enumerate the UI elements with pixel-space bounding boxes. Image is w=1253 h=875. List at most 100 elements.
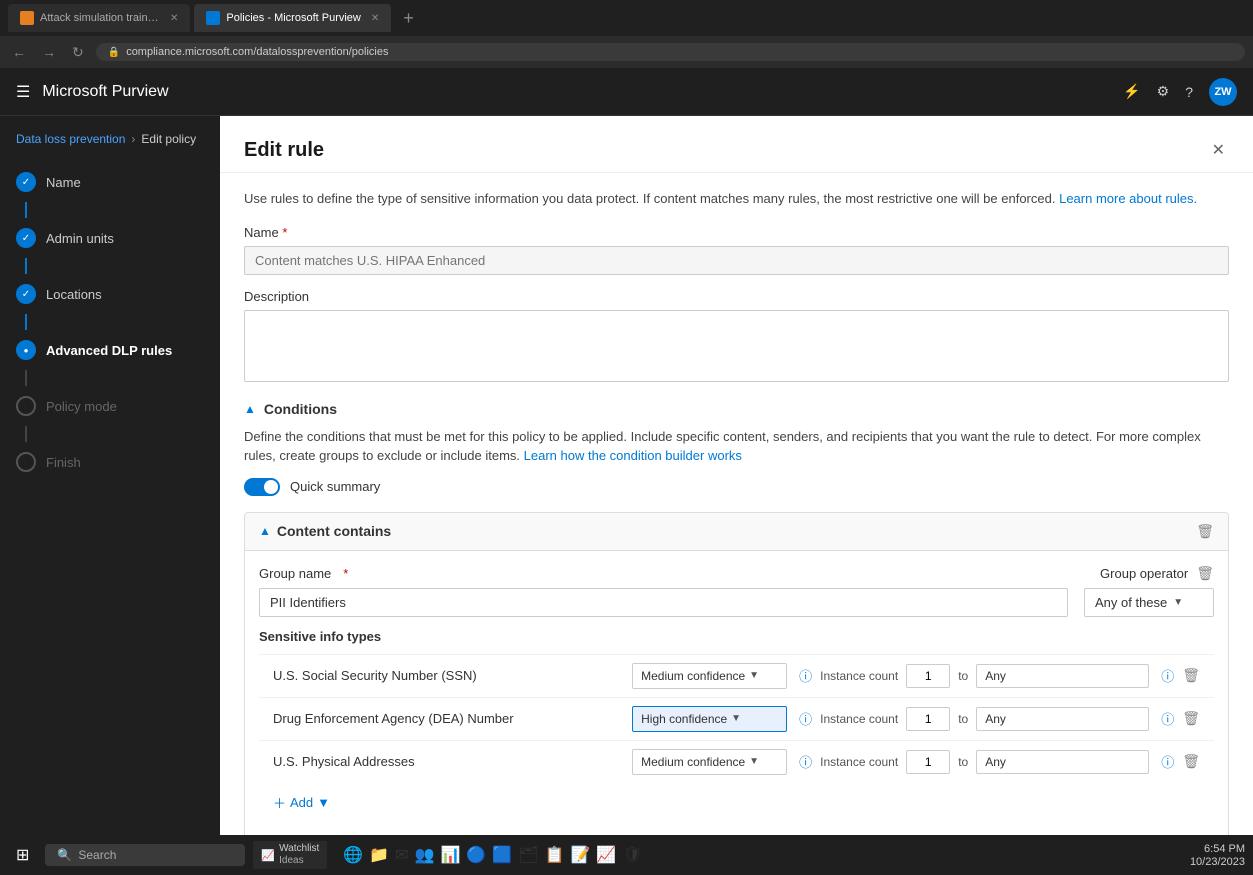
taskbar-file-icon[interactable]: 📁 [369, 845, 389, 865]
step-admin-units[interactable]: ✓ Admin units [0, 218, 220, 258]
taskbar-edge-icon[interactable]: 🌐 [343, 845, 363, 865]
app-shell: ☰ Microsoft Purview ⚡ ⚙ ? ZW Data loss p… [0, 68, 1253, 835]
step-advanced-dlp[interactable]: ● Advanced DLP rules [0, 330, 220, 370]
tab-favicon-2 [206, 11, 220, 25]
start-button[interactable]: ⊞ [8, 841, 37, 869]
tab-close-1[interactable]: ✕ [170, 13, 178, 24]
close-button[interactable]: ✕ [1208, 136, 1229, 164]
taskbar-excel-icon[interactable]: 📈 [596, 845, 616, 865]
conditions-section-header: ▲ Conditions [244, 401, 1229, 417]
step-label-finish: Finish [46, 455, 81, 470]
taskbar-app1-icon[interactable]: 📊 [440, 845, 460, 865]
step-label-dlp: Advanced DLP rules [46, 343, 172, 358]
group-1-delete-icon[interactable]: 🗑 [1196, 565, 1214, 582]
instance-from-2[interactable] [906, 707, 950, 731]
instance-to-3[interactable] [976, 750, 1149, 774]
step-circle-policy [16, 396, 36, 416]
info-type-delete-2[interactable]: 🗑 [1182, 710, 1200, 727]
info-type-name-2: Drug Enforcement Agency (DEA) Number [273, 711, 624, 726]
step-label-name: Name [46, 175, 81, 190]
info-type-delete-1[interactable]: 🗑 [1182, 667, 1200, 684]
description-textarea[interactable] [244, 310, 1229, 382]
name-input[interactable] [244, 246, 1229, 275]
group-1-name-input[interactable] [259, 588, 1068, 617]
breadcrumb-parent[interactable]: Data loss prevention [16, 132, 125, 146]
instance-info-icon-2[interactable]: ⓘ [1161, 709, 1174, 728]
taskbar-mail-icon[interactable]: ✉ [395, 845, 408, 865]
taskbar-defender-icon[interactable]: 🛡 [622, 845, 642, 865]
taskbar-word-icon[interactable]: 📝 [570, 845, 590, 865]
instance-from-1[interactable] [906, 664, 950, 688]
info-icon-3[interactable]: ⓘ [799, 752, 812, 771]
quick-summary-toggle[interactable] [244, 478, 280, 496]
address-bar[interactable]: 🔒 compliance.microsoft.com/datalosspreve… [96, 43, 1245, 61]
panel-header: Edit rule ✕ [220, 116, 1253, 173]
panel-info-text: Use rules to define the type of sensitiv… [244, 189, 1229, 209]
connector-4 [25, 370, 27, 386]
confidence-select-2[interactable]: High confidence ▼ [632, 706, 787, 732]
taskbar-left: ⊞ 🔍 Search 📈 Watchlist Ideas 🌐 📁 ✉ 👥 📊 🔵… [8, 841, 643, 869]
instance-to-1[interactable] [976, 664, 1149, 688]
menu-icon[interactable]: ☰ [16, 82, 30, 102]
instance-info-icon-3[interactable]: ⓘ [1161, 752, 1174, 771]
instance-info-icon-1[interactable]: ⓘ [1161, 666, 1174, 685]
taskbar-app2-icon[interactable]: 🔵 [466, 845, 486, 865]
group-1-operator-select[interactable]: Any of these ▼ [1084, 588, 1214, 617]
watchlist-item[interactable]: 📈 Watchlist Ideas [253, 841, 327, 869]
info-type-row-2: Drug Enforcement Agency (DEA) Number Hig… [259, 697, 1214, 740]
info-icon-2[interactable]: ⓘ [799, 709, 812, 728]
content-contains-chevron[interactable]: ▲ [259, 524, 271, 538]
connector-1 [25, 202, 27, 218]
breadcrumb: Data loss prevention › Edit policy [0, 132, 220, 162]
taskbar-app4-icon[interactable]: 🗂 [518, 845, 538, 865]
search-icon: 🔍 [57, 848, 72, 862]
taskbar-app3-icon[interactable]: 🟦 [492, 845, 512, 865]
info-icon-1[interactable]: ⓘ [799, 666, 812, 685]
confidence-select-1[interactable]: Medium confidence ▼ [632, 663, 787, 689]
step-finish[interactable]: Finish [0, 442, 220, 482]
back-button[interactable]: ← [8, 40, 30, 64]
browser-nav: ← → ↻ 🔒 compliance.microsoft.com/datalos… [0, 36, 1253, 68]
watchlist-info: Watchlist Ideas [279, 843, 319, 867]
taskbar-search[interactable]: 🔍 Search [45, 844, 245, 866]
taskbar-app5-icon[interactable]: 📋 [545, 845, 565, 865]
quick-summary-row: Quick summary [244, 478, 1229, 496]
instance-label-1: Instance count [820, 669, 898, 683]
taskbar-teams-icon[interactable]: 👥 [415, 845, 435, 865]
tab-1[interactable]: Attack simulation training - M... ✕ [8, 4, 190, 32]
learn-more-link[interactable]: Learn more about rules. [1059, 191, 1197, 206]
toggle-thumb [264, 480, 278, 494]
forward-button[interactable]: → [38, 40, 60, 64]
instance-from-3[interactable] [906, 750, 950, 774]
conditions-chevron[interactable]: ▲ [244, 402, 256, 416]
content-contains-delete-icon[interactable]: 🗑 [1196, 523, 1214, 540]
breadcrumb-current: Edit policy [141, 132, 196, 146]
confidence-select-3[interactable]: Medium confidence ▼ [632, 749, 787, 775]
group-1-operator-arrow: ▼ [1173, 597, 1183, 608]
step-circle-admin: ✓ [16, 228, 36, 248]
settings-icon[interactable]: ⚙ [1157, 83, 1170, 100]
instance-to-2[interactable] [976, 707, 1149, 731]
content-contains-box: ▲ Content contains 🗑 Group name * [244, 512, 1229, 836]
add-button[interactable]: ＋ Add ▼ [273, 793, 330, 812]
conditions-desc: Define the conditions that must be met f… [244, 427, 1229, 466]
condition-builder-link[interactable]: Learn how the condition builder works [524, 448, 742, 463]
confidence-arrow-2: ▼ [731, 713, 741, 724]
step-policy-mode[interactable]: Policy mode [0, 386, 220, 426]
step-label-admin: Admin units [46, 231, 114, 246]
info-type-delete-3[interactable]: 🗑 [1182, 753, 1200, 770]
help-icon[interactable]: ? [1185, 84, 1193, 100]
step-circle-name: ✓ [16, 172, 36, 192]
instance-label-3: Instance count [820, 755, 898, 769]
step-name[interactable]: ✓ Name [0, 162, 220, 202]
refresh-button[interactable]: ↻ [68, 40, 88, 65]
connect-icon[interactable]: ⚡ [1123, 83, 1140, 100]
tab-2[interactable]: Policies - Microsoft Purview ✕ [194, 4, 391, 32]
step-locations[interactable]: ✓ Locations [0, 274, 220, 314]
avatar[interactable]: ZW [1209, 78, 1237, 106]
confidence-arrow-1: ▼ [749, 670, 759, 681]
tab-close-2[interactable]: ✕ [371, 13, 379, 24]
new-tab-button[interactable]: + [395, 8, 422, 29]
to-label-2: to [958, 712, 968, 726]
group-1-required: * [343, 566, 348, 581]
